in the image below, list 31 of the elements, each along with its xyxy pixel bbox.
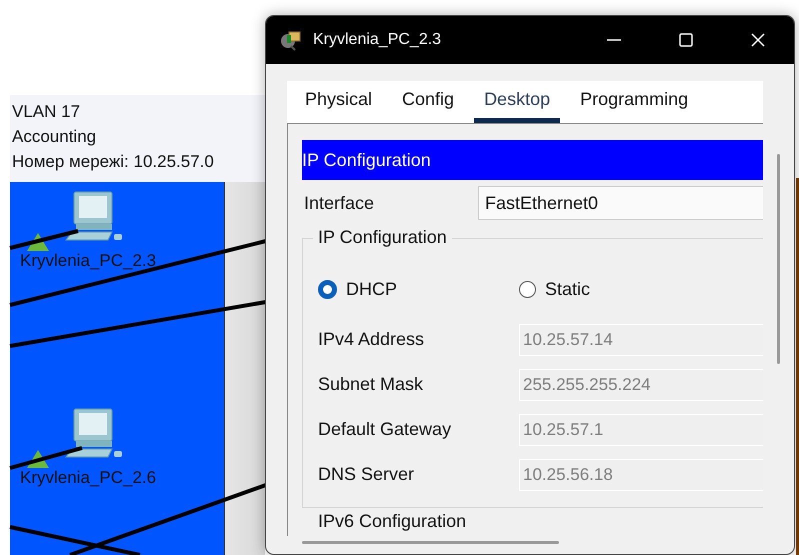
group-title: IP Configuration — [313, 227, 452, 248]
status-triangle-icon — [27, 450, 49, 468]
radio-button[interactable] — [318, 280, 337, 298]
interface-dropdown[interactable]: FastEthernet0 — [478, 186, 763, 220]
radio-button[interactable] — [519, 280, 536, 298]
field-label: Interface — [303, 192, 376, 214]
tab[interactable]: Desktop — [474, 89, 560, 123]
tab[interactable]: Physical — [295, 89, 382, 123]
device-label: Kryvlenia_PC_2.6 — [20, 468, 156, 488]
field-label: DNS Server — [318, 464, 416, 485]
radio-label: Static — [545, 278, 590, 300]
vlan-text: Accounting — [12, 126, 98, 148]
vlan-text: VLAN 17 — [12, 101, 82, 123]
status-triangle-icon — [27, 233, 49, 251]
vlan-text: Номер мережі: 10.25.57.0 — [12, 151, 215, 173]
scrollbar[interactable] — [302, 541, 559, 544]
field-label: Subnet Mask — [318, 374, 424, 395]
device-label: Kryvlenia_PC_2.3 — [20, 251, 156, 271]
section-title: IPv6 Configuration — [317, 510, 468, 532]
app-icon — [279, 29, 303, 51]
section-header: IP Configuration — [302, 140, 763, 180]
tab[interactable]: Config — [392, 89, 464, 123]
field-label: Default Gateway — [318, 419, 452, 440]
field-label: IPv4 Address — [318, 329, 426, 350]
window-title: Kryvlenia_PC_2.3 — [313, 31, 442, 49]
maximize-icon — [678, 32, 694, 48]
close-icon — [750, 32, 766, 48]
minimize-icon — [607, 39, 621, 41]
tab[interactable]: Programming — [570, 89, 688, 123]
scrollbar[interactable] — [777, 154, 780, 364]
radio-label: DHCP — [346, 278, 398, 300]
